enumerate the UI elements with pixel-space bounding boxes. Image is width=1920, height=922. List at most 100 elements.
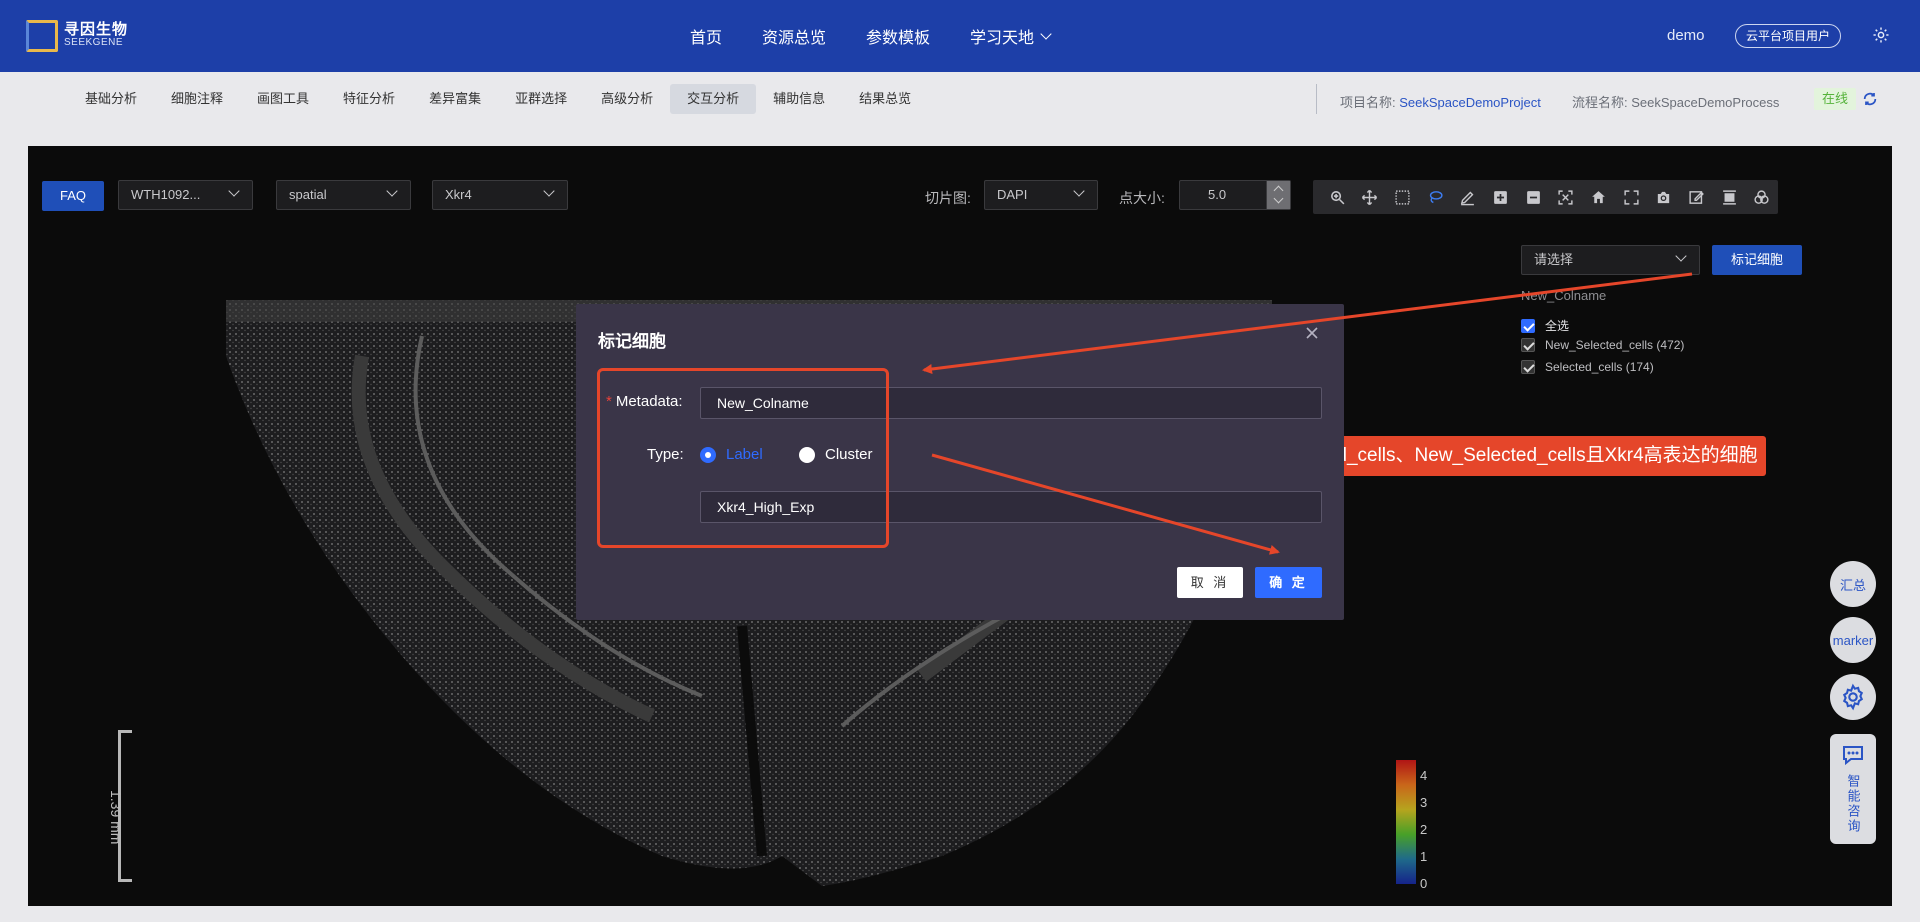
align-icon[interactable] xyxy=(1713,180,1746,214)
user-name[interactable]: demo xyxy=(1667,27,1705,44)
expression-color-legend xyxy=(1396,760,1416,884)
brand-logo[interactable]: 寻因生物 SEEKGENE xyxy=(26,18,128,54)
nav-learning[interactable]: 学习天地 xyxy=(970,24,1052,48)
legend-tick: 2 xyxy=(1420,822,1428,837)
settings-button[interactable] xyxy=(1830,674,1876,720)
slice-label: 切片图: xyxy=(925,190,971,206)
gene-select-value: Xkr4 xyxy=(445,187,472,202)
ai-consult-label: 智能咨询 xyxy=(1845,774,1861,834)
annotation-highlight-box xyxy=(597,368,889,548)
chevron-down-icon xyxy=(1073,185,1085,197)
marker-button[interactable]: marker xyxy=(1830,617,1876,663)
draw-line-icon[interactable] xyxy=(1452,180,1485,214)
nav-templates[interactable]: 参数模板 xyxy=(866,24,930,48)
chevron-down-icon xyxy=(543,185,555,197)
gene-select[interactable]: Xkr4 xyxy=(432,180,568,210)
mark-cells-button[interactable]: 标记细胞 xyxy=(1712,245,1802,275)
zoom-icon[interactable] xyxy=(1321,180,1354,214)
logo-mark-icon xyxy=(26,20,58,52)
tab-interactive[interactable]: 交互分析 xyxy=(670,84,757,114)
divider xyxy=(1316,84,1317,114)
dialog-title: 标记细胞 xyxy=(598,332,666,351)
role-badge: 云平台项目用户 xyxy=(1735,24,1842,48)
nav-resources[interactable]: 资源总览 xyxy=(762,24,826,48)
summary-button[interactable]: 汇总 xyxy=(1830,561,1876,607)
tab-plot-tools[interactable]: 画图工具 xyxy=(240,84,326,114)
lasso-select-icon[interactable] xyxy=(1419,180,1452,214)
flow-value: SeekSpaceDemoProcess xyxy=(1631,95,1780,110)
refresh-icon[interactable] xyxy=(1862,91,1878,107)
point-size-input[interactable]: 5.0 xyxy=(1179,180,1291,210)
slice-select[interactable]: DAPI xyxy=(984,180,1098,210)
scale-bar-label: 1.39 mm xyxy=(108,790,124,845)
reduction-select-value: spatial xyxy=(289,187,327,202)
settings-gear-icon[interactable] xyxy=(1872,26,1890,44)
group-select[interactable]: 请选择 xyxy=(1521,245,1700,275)
select-all-label: 全选 xyxy=(1545,319,1570,333)
chevron-down-icon xyxy=(1675,250,1687,262)
sample-select[interactable]: WTH1092... xyxy=(118,180,253,210)
chevron-down-icon xyxy=(228,185,240,197)
tab-diff-enrichment[interactable]: 差异富集 xyxy=(412,84,498,114)
metadata-column-title: New_Colname xyxy=(1521,288,1607,303)
checkbox-checked-icon xyxy=(1521,360,1535,374)
legend-tick: 1 xyxy=(1420,849,1428,864)
venn-icon[interactable] xyxy=(1745,180,1778,214)
tab-advanced[interactable]: 高级分析 xyxy=(584,84,670,114)
logo-text-en: SEEKGENE xyxy=(64,37,124,48)
tab-basic-analysis[interactable]: 基础分析 xyxy=(68,84,154,114)
box-select-icon[interactable] xyxy=(1386,180,1419,214)
flow-label: 流程名称: xyxy=(1572,95,1632,110)
reduction-select[interactable]: spatial xyxy=(276,180,411,210)
plot-toolbar xyxy=(1313,180,1778,214)
nav-home[interactable]: 首页 xyxy=(690,24,722,48)
close-icon[interactable] xyxy=(1304,325,1320,341)
tab-aux-info[interactable]: 辅助信息 xyxy=(756,84,842,114)
legend-tick: 0 xyxy=(1420,876,1428,891)
slice-select-value: DAPI xyxy=(997,187,1028,202)
group-item-label: New_Selected_cells (472) xyxy=(1545,338,1685,352)
chevron-down-icon xyxy=(386,185,398,197)
legend-tick: 3 xyxy=(1420,795,1428,810)
analysis-tabs: 基础分析 细胞注释 画图工具 特征分析 差异富集 亚群选择 高级分析 交互分析 … xyxy=(68,84,928,114)
project-label: 项目名称: xyxy=(1340,95,1400,110)
edit-icon[interactable] xyxy=(1680,180,1713,214)
group-item-checkbox[interactable]: Selected_cells (174) xyxy=(1521,360,1654,374)
pan-icon[interactable] xyxy=(1354,180,1387,214)
project-name: 项目名称: SeekSpaceDemoProject xyxy=(1340,92,1541,111)
logo-text-cn: 寻因生物 xyxy=(64,21,129,38)
tab-cell-annotation[interactable]: 细胞注释 xyxy=(154,84,240,114)
autoscale-icon[interactable] xyxy=(1549,180,1582,214)
stepper-arrows-icon[interactable] xyxy=(1266,181,1290,209)
zoom-out-icon[interactable] xyxy=(1517,180,1550,214)
main-nav: 首页 资源总览 参数模板 学习天地 xyxy=(690,0,1052,72)
tab-result-overview[interactable]: 结果总览 xyxy=(842,84,928,114)
cancel-button[interactable]: 取 消 xyxy=(1177,567,1243,598)
chat-icon xyxy=(1843,746,1863,766)
status-badge: 在线 xyxy=(1814,88,1857,110)
group-item-label: Selected_cells (174) xyxy=(1545,360,1654,374)
fullscreen-icon[interactable] xyxy=(1615,180,1648,214)
select-all-checkbox[interactable]: 全选 xyxy=(1521,317,1569,334)
checkbox-checked-icon xyxy=(1521,338,1535,352)
flow-name: 流程名称: SeekSpaceDemoProcess xyxy=(1572,92,1779,111)
legend-tick: 4 xyxy=(1420,768,1428,783)
home-icon[interactable] xyxy=(1582,180,1615,214)
project-value[interactable]: SeekSpaceDemoProject xyxy=(1399,95,1541,110)
point-size-label: 点大小: xyxy=(1119,190,1165,206)
tab-subcluster[interactable]: 亚群选择 xyxy=(498,84,584,114)
gear-icon xyxy=(1842,683,1864,711)
sample-select-value: WTH1092... xyxy=(131,187,201,202)
faq-button[interactable]: FAQ xyxy=(42,181,104,211)
group-item-checkbox[interactable]: New_Selected_cells (472) xyxy=(1521,338,1684,352)
tab-feature-analysis[interactable]: 特征分析 xyxy=(326,84,412,114)
ai-consult-button[interactable]: 智能咨询 xyxy=(1830,734,1876,844)
chevron-down-icon xyxy=(1040,28,1052,40)
camera-icon[interactable] xyxy=(1647,180,1680,214)
group-select-placeholder: 请选择 xyxy=(1534,252,1574,267)
point-size-value: 5.0 xyxy=(1208,187,1227,202)
zoom-in-icon[interactable] xyxy=(1484,180,1517,214)
nav-learning-label: 学习天地 xyxy=(970,30,1035,47)
confirm-button[interactable]: 确 定 xyxy=(1255,567,1322,598)
checkbox-checked-icon xyxy=(1521,318,1535,333)
